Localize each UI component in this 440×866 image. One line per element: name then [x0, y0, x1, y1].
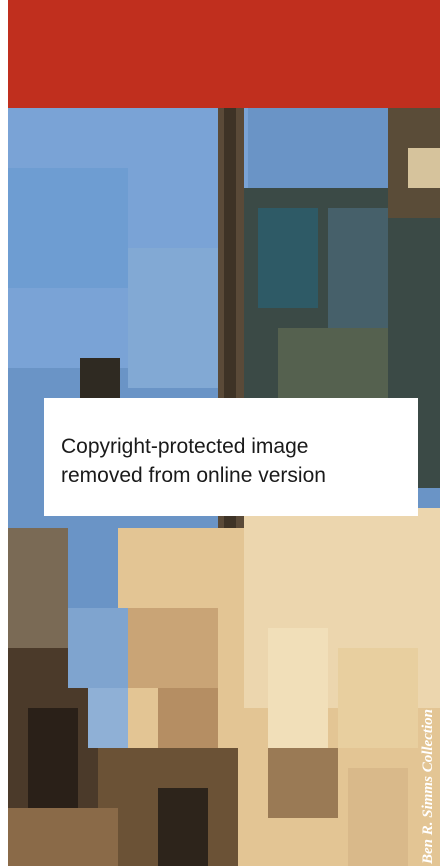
left-margin [0, 0, 8, 866]
copyright-notice: Copyright-protected image removed from o… [44, 398, 418, 516]
photo-credit: Ben R. Simms Collection [420, 708, 436, 864]
page: Copyright-protected image removed from o… [0, 0, 440, 866]
header-band [8, 0, 440, 108]
notice-line-1: Copyright-protected image [61, 435, 309, 458]
notice-line-2: removed from online version [61, 464, 326, 487]
